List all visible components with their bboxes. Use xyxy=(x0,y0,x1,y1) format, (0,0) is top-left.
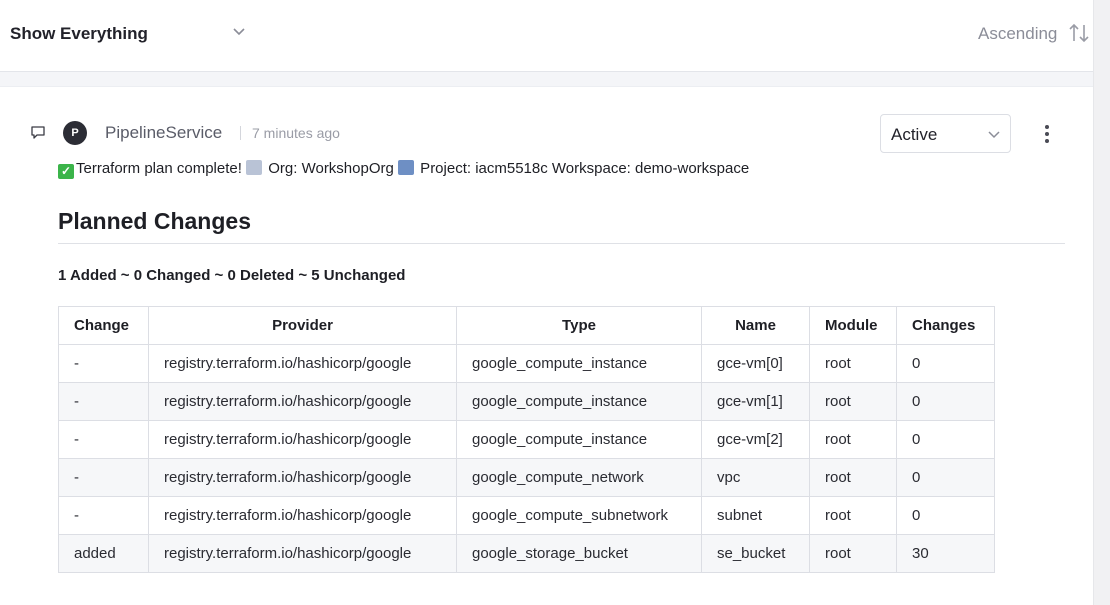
cell-type: google_compute_instance xyxy=(456,420,702,459)
comment-author: PipelineService xyxy=(105,123,223,142)
planned-changes-table: Change Provider Type Name Module Changes… xyxy=(58,306,995,573)
column-header-changes: Changes xyxy=(896,306,995,345)
cell-module: root xyxy=(809,458,897,497)
cell-name: subnet xyxy=(701,496,810,535)
cell-changes: 0 xyxy=(896,458,995,497)
cell-changes: 0 xyxy=(896,420,995,459)
avatar: P xyxy=(63,121,87,145)
table-row: - registry.terraform.io/hashicorp/google… xyxy=(58,458,995,497)
cell-type: google_compute_network xyxy=(456,458,702,497)
message-part: Org: WorkshopOrg xyxy=(264,160,399,177)
cell-name: vpc xyxy=(701,458,810,497)
chevron-down-icon[interactable] xyxy=(232,22,246,40)
comment-timestamp: 7 minutes ago xyxy=(252,125,340,141)
table-row: - registry.terraform.io/hashicorp/google… xyxy=(58,496,995,535)
divider xyxy=(240,126,241,140)
chevron-down-icon xyxy=(988,131,1000,139)
sort-label[interactable]: Ascending xyxy=(978,24,1057,44)
section-heading: Planned Changes xyxy=(58,208,251,234)
cell-provider: registry.terraform.io/hashicorp/google xyxy=(148,382,457,421)
message-part: Project: iacm5518c Workspace: demo-works… xyxy=(416,160,750,177)
cell-changes: 0 xyxy=(896,496,995,535)
cell-module: root xyxy=(809,344,897,383)
cell-name: gce-vm[1] xyxy=(701,382,810,421)
heading-divider xyxy=(58,243,1065,244)
column-header-provider: Provider xyxy=(148,306,457,345)
changes-summary: 1 Added ~ 0 Changed ~ 0 Deleted ~ 5 Unch… xyxy=(58,267,406,284)
cell-changes: 0 xyxy=(896,344,995,383)
cell-module: root xyxy=(809,534,897,573)
cell-changes: 0 xyxy=(896,382,995,421)
check-mark-emoji-icon: ✓ xyxy=(58,164,74,179)
cell-change: - xyxy=(58,458,149,497)
cell-change: - xyxy=(58,420,149,459)
cell-provider: registry.terraform.io/hashicorp/google xyxy=(148,458,457,497)
scrollbar[interactable] xyxy=(1093,0,1110,605)
cell-type: google_compute_subnetwork xyxy=(456,496,702,535)
cell-provider: registry.terraform.io/hashicorp/google xyxy=(148,534,457,573)
office-building-emoji-icon xyxy=(246,160,263,175)
cell-name: se_bucket xyxy=(701,534,810,573)
cell-provider: registry.terraform.io/hashicorp/google xyxy=(148,496,457,535)
cell-name: gce-vm[0] xyxy=(701,344,810,383)
cell-module: root xyxy=(809,496,897,535)
column-header-change: Change xyxy=(58,306,149,345)
table-row: - registry.terraform.io/hashicorp/google… xyxy=(58,344,995,383)
sort-arrows-icon[interactable] xyxy=(1068,22,1090,44)
open-book-emoji-icon xyxy=(398,160,415,175)
cell-changes: 30 xyxy=(896,534,995,573)
cell-change: added xyxy=(58,534,149,573)
message-part: Terraform plan complete! xyxy=(76,160,247,177)
table-row: - registry.terraform.io/hashicorp/google… xyxy=(58,382,995,421)
column-header-type: Type xyxy=(456,306,702,345)
cell-change: - xyxy=(58,344,149,383)
comment-message: ✓ Terraform plan complete! Org: WorkshopO… xyxy=(58,160,749,179)
column-header-name: Name xyxy=(701,306,810,345)
cell-change: - xyxy=(58,496,149,535)
cell-name: gce-vm[2] xyxy=(701,420,810,459)
cell-type: google_compute_instance xyxy=(456,382,702,421)
status-dropdown-value: Active xyxy=(891,125,938,144)
cell-type: google_compute_instance xyxy=(456,344,702,383)
filter-dropdown-label[interactable]: Show Everything xyxy=(10,24,148,44)
cell-provider: registry.terraform.io/hashicorp/google xyxy=(148,344,457,383)
column-header-module: Module xyxy=(809,306,897,345)
cell-module: root xyxy=(809,420,897,459)
status-dropdown[interactable]: Active xyxy=(880,114,1011,153)
cell-change: - xyxy=(58,382,149,421)
table-header-row: Change Provider Type Name Module Changes xyxy=(58,306,995,345)
more-vertical-icon[interactable] xyxy=(1038,122,1056,146)
table-row: added registry.terraform.io/hashicorp/go… xyxy=(58,534,995,573)
table-row: - registry.terraform.io/hashicorp/google… xyxy=(58,420,995,459)
cell-module: root xyxy=(809,382,897,421)
comment-icon xyxy=(31,126,45,139)
cell-type: google_storage_bucket xyxy=(456,534,702,573)
cell-provider: registry.terraform.io/hashicorp/google xyxy=(148,420,457,459)
toolbar: Show Everything Ascending xyxy=(0,0,1093,72)
